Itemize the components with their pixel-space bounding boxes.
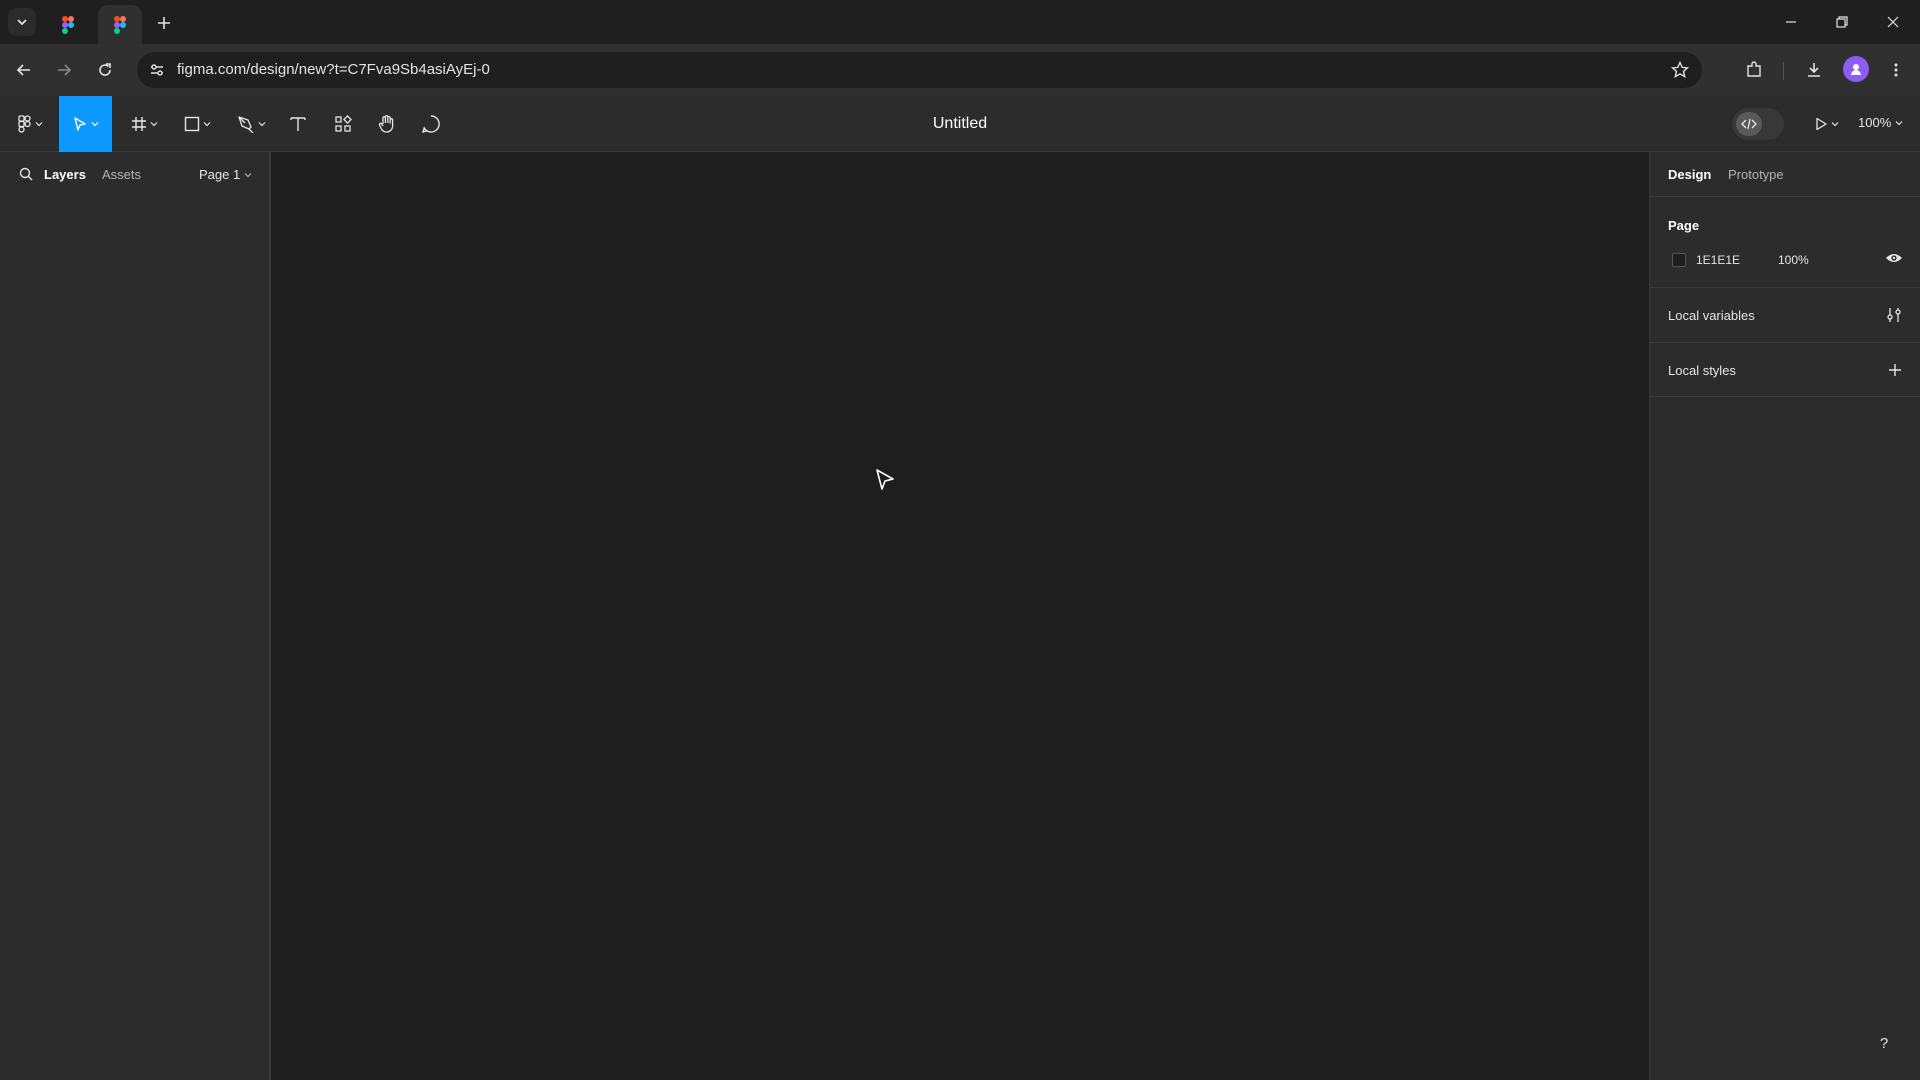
chevron-down-icon [1831,122,1838,127]
page-selector[interactable]: Page 1 [199,167,252,182]
comment-icon [421,115,440,134]
left-sidebar: Layers Assets Page 1 [0,152,271,1080]
back-button[interactable] [10,56,38,84]
minimize-button[interactable] [1768,6,1814,38]
rectangle-icon [184,116,199,132]
figma-logo-icon [62,15,74,34]
comment-tool-button[interactable] [416,96,446,152]
page-selector-label: Page 1 [199,167,241,182]
chevron-down-icon [91,122,99,127]
site-info-button[interactable] [145,58,169,82]
toolbar-divider [1783,62,1784,80]
url-text[interactable]: figma.com/design/new?t=C7Fva9Sb4asiAyEj-… [177,61,490,78]
main-menu-button[interactable] [10,96,50,152]
tab-prototype[interactable]: Prototype [1728,167,1784,182]
browser-tab-2-active[interactable] [98,5,142,44]
resources-tool-button[interactable] [328,96,358,152]
page-color-hex[interactable]: 1E1E1E [1696,253,1740,267]
code-icon [1741,118,1757,130]
components-icon [335,115,352,132]
tab-layers[interactable]: Layers [44,167,86,182]
browser-menu-button[interactable] [1882,56,1910,84]
new-tab-button[interactable] [150,9,178,37]
cursor-arrow-icon [74,117,86,131]
dev-mode-knob [1736,112,1762,136]
local-styles-label: Local styles [1668,363,1736,378]
close-window-button[interactable] [1870,6,1916,38]
more-vertical-icon [1894,63,1898,77]
shape-tool-button[interactable] [177,96,217,152]
reload-button[interactable] [91,56,119,84]
zoom-dropdown[interactable]: 100% [1858,115,1903,130]
browser-nav-bar: figma.com/design/new?t=C7Fva9Sb4asiAyEj-… [0,44,1920,96]
help-button[interactable]: ? [1869,1028,1899,1058]
present-button[interactable] [1806,96,1846,152]
page-section-title: Page [1668,218,1700,233]
user-icon [1851,64,1861,75]
variables-adjust-icon[interactable] [1886,307,1902,323]
move-tool-button[interactable] [59,96,112,152]
page-section: Page [1650,197,1920,288]
chevron-down-icon [35,122,42,127]
zoom-value: 100% [1858,115,1892,130]
browser-tab-strip [0,0,1920,44]
download-icon [1808,63,1820,77]
tab-design[interactable]: Design [1668,167,1711,182]
tab-search-button[interactable] [8,8,36,36]
tune-icon [151,64,163,76]
search-icon[interactable] [19,167,33,181]
tab-assets[interactable]: Assets [102,167,141,182]
text-icon [290,117,306,131]
plus-icon[interactable] [1888,363,1902,377]
eye-icon[interactable] [1885,251,1903,265]
figma-logo-icon [114,15,126,34]
frame-hash-icon [131,117,146,131]
forward-button[interactable] [50,56,78,84]
pen-tool-button[interactable] [231,96,271,152]
left-sidebar-header: Layers Assets Page 1 [0,152,269,196]
dev-mode-toggle[interactable] [1732,108,1784,140]
local-variables-label: Local variables [1668,308,1755,323]
chevron-down-icon [258,122,265,127]
page-color-swatch[interactable] [1672,253,1686,267]
figma-menu-icon [17,115,31,133]
profile-avatar[interactable] [1843,56,1869,82]
bookmark-button[interactable] [1668,58,1692,82]
puzzle-icon [1747,61,1761,77]
figma-toolbar: Untitled 100% [0,96,1920,152]
chevron-down-icon [150,122,157,127]
right-sidebar: Design Prototype Page 1E1E1E 100% Local … [1649,152,1920,1080]
address-bar[interactable]: figma.com/design/new?t=C7Fva9Sb4asiAyEj-… [137,52,1702,88]
minimize-icon [1786,21,1796,23]
browser-tab-1[interactable] [48,5,88,44]
app-root: figma.com/design/new?t=C7Fva9Sb4asiAyEj-… [0,0,1920,1080]
arrow-right-icon [58,64,72,76]
plus-icon [158,17,170,29]
restore-icon [1836,16,1848,28]
local-styles-section: Local styles [1650,343,1920,397]
extensions-button[interactable] [1740,56,1768,84]
pen-icon [237,116,253,133]
reload-icon [99,63,111,76]
restore-button[interactable] [1819,6,1865,38]
frame-tool-button[interactable] [124,96,164,152]
hand-icon [378,115,394,133]
chevron-down-icon [244,172,252,177]
star-icon [1671,61,1689,79]
local-variables-section[interactable]: Local variables [1650,288,1920,343]
hand-tool-button[interactable] [372,96,402,152]
page-color-opacity[interactable]: 100% [1778,253,1809,267]
chevron-down-icon [17,19,27,26]
design-canvas[interactable] [271,152,1649,1080]
text-tool-button[interactable] [283,96,313,152]
mouse-cursor-icon [876,469,894,490]
chevron-down-icon [203,122,210,127]
chevron-down-icon [1895,120,1903,125]
play-icon [1815,117,1827,131]
downloads-button[interactable] [1800,56,1828,84]
arrow-left-icon [16,64,30,76]
close-icon [1887,16,1899,28]
